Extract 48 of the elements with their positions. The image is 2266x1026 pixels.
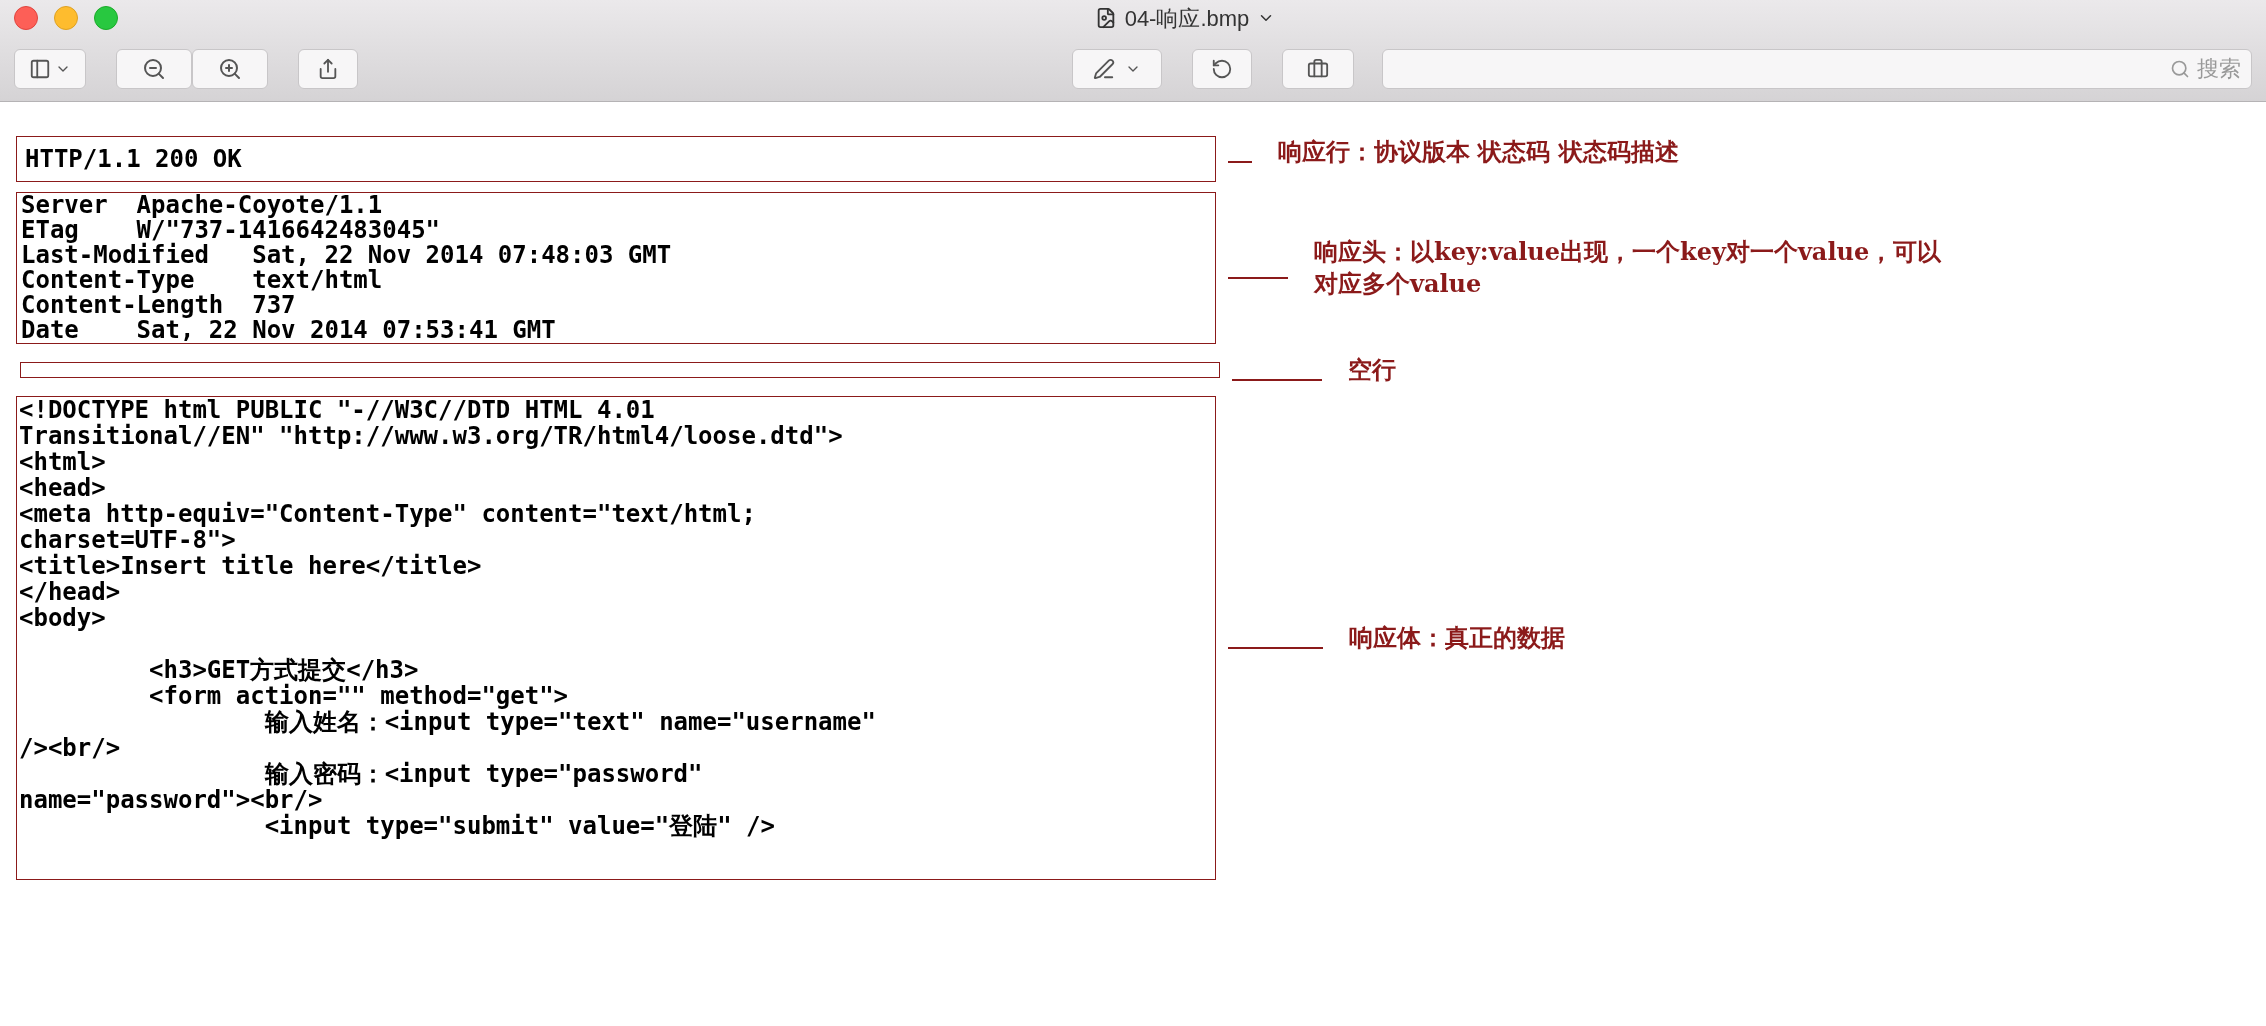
code-line: <form action="" method="get"> [148,683,570,709]
code-line: /><br/> [19,735,122,761]
share-button[interactable] [298,48,358,89]
pen-icon [1093,57,1115,80]
close-button[interactable] [14,6,38,30]
code-line: Last-Modified Sat, 22 Nov 2014 07:48:03 GMT [21,243,673,268]
sidebar-button[interactable] [14,48,86,89]
annotation-text: 响应行：协议版本 状态码 状态码描述 [1278,136,1679,168]
window-title: 04-响应.bmp [1124,4,1250,33]
rotate-button[interactable] [1192,48,1252,89]
leader-line [1228,161,1252,163]
code-line: <title>Insert title here</title> [19,553,483,579]
code-line: <h3>GET方式提交</h3> [148,657,420,683]
annotation-text: 响应体：真正的数据 [1349,622,1565,654]
zoom-in-icon [218,56,242,81]
code-line: Server Apache-Coyote/1.1 [21,193,384,218]
rotate-icon [1211,57,1233,80]
code-line: <body> [19,605,107,631]
search-field[interactable]: 搜索 [1382,48,2252,89]
toolbox-icon [1307,57,1329,80]
code-line: HTTP/1.1 200 OK [25,144,242,175]
search-icon [2170,58,2190,79]
code-line: <head> [19,475,107,501]
code-line: <!DOCTYPE html PUBLIC "-//W3C//DTD HTML 4.01 [19,397,656,423]
annotation-text: 空行 [1348,354,1396,386]
code-line: 输入密码：<input type="password" [263,761,704,787]
zoom-in-button[interactable] [192,48,268,89]
code-line: ETag W/"737-1416642483045" [21,218,442,243]
code-line: charset=UTF-8"> [19,527,236,553]
zoom-out-icon [142,56,166,81]
annotation-text: 对应多个value [1314,268,1483,300]
code-line: Content-Type text/html [21,268,384,293]
code-line: Content-Length 737 [21,293,297,318]
annotation-text: 响应头：以key:value出现，一个key对一个value，可以 [1314,236,1942,268]
zoom-out-button[interactable] [116,48,192,89]
code-line: <input type="submit" value="登陆" /> [264,813,776,839]
code-line: <meta http-equiv="Content-Type" content="text/html; [19,501,757,527]
code-line: <html> [19,449,107,475]
code-line: Transitional//EN" "http://www.w3.org/TR/html4/loose.dtd"> [19,423,844,449]
code-line: name="password"><br/> [19,787,323,813]
code-line: Date Sat, 22 Nov 2014 07:53:41 GMT [21,318,557,343]
markup-button[interactable] [1072,48,1162,89]
code-line: </head> [19,579,122,605]
toolbox-button[interactable] [1282,48,1354,89]
sidebar-icon [29,57,51,80]
share-icon [317,57,339,80]
code-line: 输入姓名：<input type="text" name="username" [263,709,877,735]
leader-line [1228,277,1288,279]
